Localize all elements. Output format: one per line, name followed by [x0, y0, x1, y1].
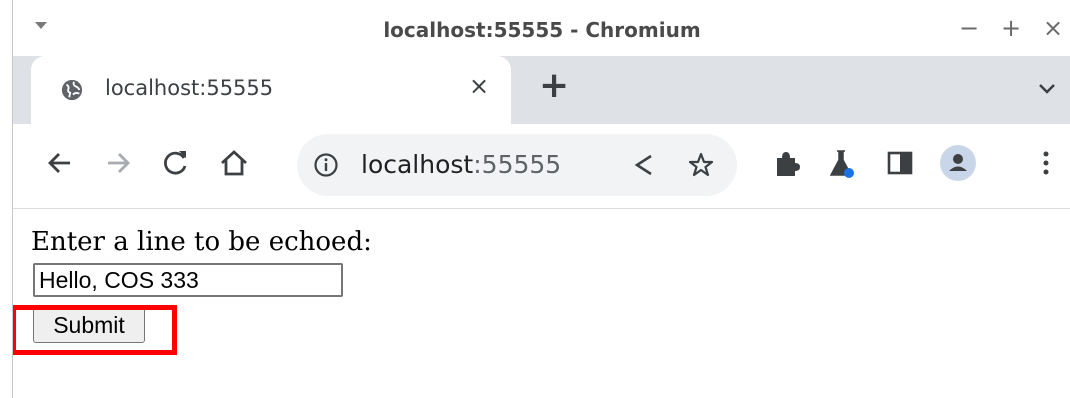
- echo-prompt-label: Enter a line to be echoed:: [31, 227, 372, 257]
- tab-search-icon[interactable]: [1037, 78, 1057, 98]
- maximize-button[interactable]: +: [1001, 14, 1021, 42]
- globe-icon: [61, 79, 83, 101]
- menu-icon[interactable]: [1029, 146, 1063, 180]
- tab-active[interactable]: localhost:55555 ×: [31, 56, 511, 124]
- url-text[interactable]: localhost:55555: [361, 150, 561, 179]
- echo-line-input[interactable]: [33, 263, 343, 297]
- window-title: localhost:55555 - Chromium: [383, 18, 701, 42]
- title-bar: localhost:55555 - Chromium − + ×: [13, 0, 1070, 64]
- new-tab-icon[interactable]: +: [539, 66, 569, 106]
- url-host: localhost: [361, 150, 474, 179]
- side-panel-icon[interactable]: [883, 146, 917, 180]
- info-icon[interactable]: [313, 152, 339, 178]
- labs-icon[interactable]: [825, 146, 859, 180]
- url-port: :55555: [473, 150, 562, 179]
- star-icon[interactable]: [687, 151, 715, 179]
- submit-highlight-box: [13, 305, 177, 355]
- forward-icon[interactable]: [101, 146, 135, 180]
- home-icon[interactable]: [217, 146, 251, 180]
- reload-icon[interactable]: [159, 146, 193, 180]
- toolbar: localhost:55555: [13, 124, 1070, 209]
- browser-window: localhost:55555 - Chromium − + × localho…: [12, 0, 1070, 398]
- tab-title: localhost:55555: [105, 76, 274, 100]
- tab-strip: localhost:55555 × +: [13, 56, 1070, 124]
- tab-close-icon[interactable]: ×: [469, 72, 489, 100]
- extensions-icon[interactable]: [769, 146, 803, 180]
- address-bar[interactable]: localhost:55555: [297, 134, 737, 196]
- profile-icon[interactable]: [939, 144, 977, 182]
- page-content: Enter a line to be echoed: Submit: [13, 209, 1070, 398]
- share-icon[interactable]: [631, 152, 657, 178]
- close-window-button[interactable]: ×: [1043, 14, 1063, 42]
- minimize-button[interactable]: −: [959, 14, 979, 42]
- back-icon[interactable]: [43, 146, 77, 180]
